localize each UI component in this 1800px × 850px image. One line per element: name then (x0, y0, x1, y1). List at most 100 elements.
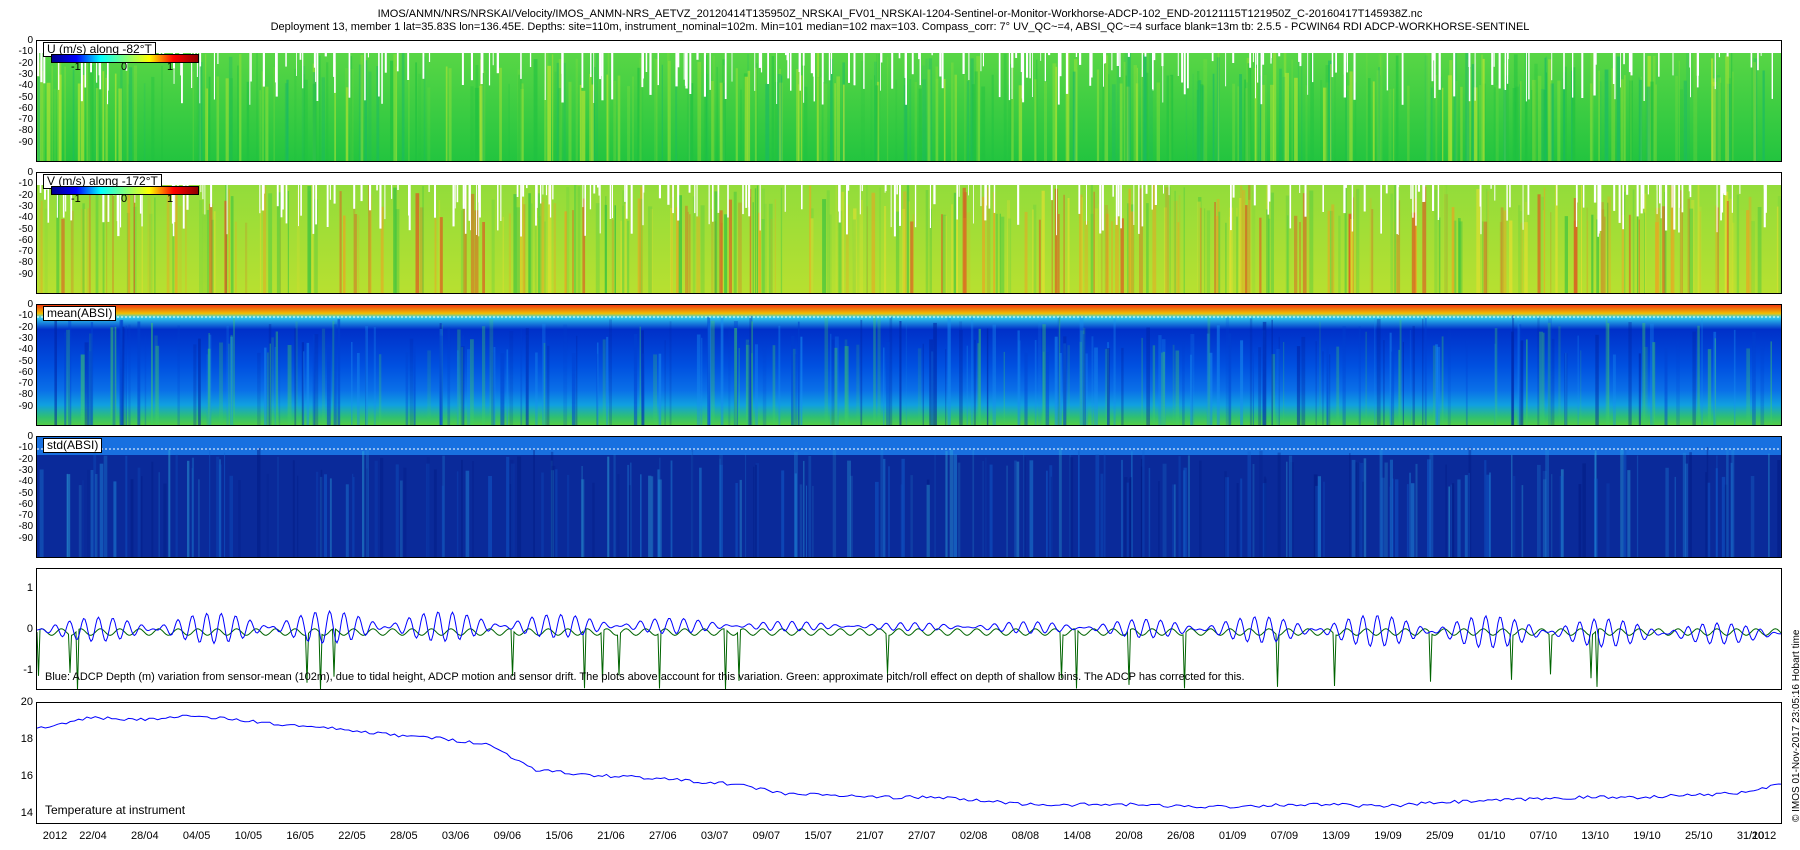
x-tick-label: 10/05 (234, 830, 263, 842)
depth-tick: -60 (18, 234, 33, 246)
x-tick-label: 21/07 (856, 830, 884, 842)
y-tick-label: 18 (20, 732, 33, 745)
depth-tick: 0 (27, 299, 33, 310)
depth-tick: -60 (18, 102, 33, 114)
depth-tick: -20 (18, 57, 33, 69)
depth-tick: -40 (18, 212, 33, 224)
v-heatmap (37, 173, 1781, 293)
x-tick-label: 25/09 (1426, 830, 1454, 842)
temperature-label: Temperature at instrument (45, 803, 186, 817)
depth-var-y-axis: 1 0 -1 (0, 568, 33, 690)
mean-depth-axis: 0 -10 -20 -30 -40 -50 -60 -70 -80 -90 (0, 300, 33, 428)
std-depth-axis: 0 -10 -20 -30 -40 -50 -60 -70 -80 -90 (0, 432, 33, 560)
depth-tick: -20 (18, 321, 33, 333)
x-tick-label: 14/08 (1063, 830, 1091, 842)
x-year-left: 2012 (42, 830, 68, 842)
depth-tick: 0 (27, 35, 33, 46)
depth-tick: -30 (18, 464, 33, 476)
depth-tick: -50 (18, 487, 33, 499)
x-tick-label: 28/04 (131, 830, 159, 842)
u-cbar-tick: -1 (71, 61, 81, 73)
u-cbar-tick: 1 (167, 61, 174, 73)
x-tick-label: 16/05 (286, 830, 314, 842)
depth-tick: -90 (18, 400, 33, 412)
depth-tick: -10 (18, 310, 33, 322)
depth-tick: 0 (27, 431, 33, 442)
x-tick-label: 26/08 (1167, 830, 1195, 842)
x-tick-label: 02/08 (959, 830, 988, 842)
x-tick-label: 22/05 (338, 830, 366, 842)
v-velocity-panel: V (m/s) along -172°T -1 0 1 (36, 172, 1782, 294)
mean-panel-label: mean(ABSI) (43, 306, 117, 321)
depth-tick: -80 (18, 521, 33, 533)
u-velocity-panel: U (m/s) along -82°T -1 0 1 (36, 40, 1782, 162)
depth-tick: -20 (18, 189, 33, 201)
depth-tick: -10 (18, 178, 33, 190)
v-cbar-tick: 1 (167, 193, 174, 205)
x-tick-label: 15/07 (804, 830, 832, 842)
x-tick-label: 04/05 (182, 830, 211, 842)
std-panel-label: std(ABSI) (43, 438, 103, 453)
depth-tick: -70 (18, 510, 33, 522)
x-tick-label: 09/07 (752, 830, 781, 842)
y-tick-label: 20 (20, 696, 33, 708)
std-absi-panel: std(ABSI) (36, 436, 1782, 558)
depth-tick: -50 (18, 355, 33, 367)
temperature-panel: Temperature at instrument (36, 702, 1782, 824)
depth-tick: -80 (18, 389, 33, 401)
depth-tick: -40 (18, 344, 33, 356)
temperature-plot (37, 714, 1781, 809)
y-tick-label: -1 (23, 663, 33, 676)
x-tick-label: 27/06 (649, 830, 677, 842)
depth-tick: -50 (18, 91, 33, 103)
file-title: IMOS/ANMN/NRS/NRSKAI/Velocity/IMOS_ANMN-… (377, 8, 1423, 20)
x-tick-label: 27/07 (908, 830, 936, 842)
depth-variation-note: Blue: ADCP Depth (m) variation from sens… (45, 671, 1245, 683)
depth-tick: -60 (18, 366, 33, 378)
x-tick-label: 01/09 (1218, 830, 1247, 842)
mean-absi-heatmap (37, 305, 1781, 425)
depth-tick: -90 (18, 532, 33, 544)
x-tick-label: 25/10 (1685, 830, 1713, 842)
x-tick-label: 21/06 (597, 830, 625, 842)
depth-tick: -10 (18, 46, 33, 58)
depth-tick: -30 (18, 200, 33, 212)
depth-tick: -70 (18, 378, 33, 390)
x-tick-label: 15/06 (545, 830, 573, 842)
v-depth-axis: 0 -10 -20 -30 -40 -50 -60 -70 -80 -90 (0, 168, 33, 296)
u-heatmap (37, 41, 1781, 161)
v-cbar-tick: 0 (121, 193, 128, 205)
depth-tick: -30 (18, 332, 33, 344)
x-tick-label: 09/06 (493, 830, 522, 842)
depth-tick: -30 (18, 68, 33, 80)
x-tick-label: 20/08 (1115, 830, 1143, 842)
depth-tick: -80 (18, 257, 33, 269)
x-tick-label: 07/09 (1270, 830, 1299, 842)
x-tick-label: 03/06 (441, 830, 470, 842)
depth-tick: -90 (18, 136, 33, 148)
x-tick-label: 22/04 (79, 830, 107, 842)
depth-tick: -70 (18, 114, 33, 126)
u-depth-axis: 0 -10 -20 -30 -40 -50 -60 -70 -80 -90 (0, 36, 33, 164)
y-tick-label: 0 (26, 623, 33, 635)
y-tick-label: 16 (20, 769, 33, 782)
depth-tick: 0 (27, 167, 33, 178)
depth-tick: -20 (18, 453, 33, 465)
y-tick-label: 14 (20, 806, 33, 819)
depth-tick: -10 (18, 442, 33, 454)
depth-tick: -60 (18, 498, 33, 510)
x-tick-label: 28/05 (390, 830, 418, 842)
depth-variation-panel: Blue: ADCP Depth (m) variation from sens… (36, 568, 1782, 690)
x-tick-label: 19/10 (1633, 830, 1661, 842)
x-tick-label: 01/10 (1477, 830, 1506, 842)
x-tick-label: 03/07 (700, 830, 729, 842)
u-cbar-tick: 0 (121, 61, 128, 73)
x-year-right: 2012 (1751, 830, 1777, 842)
imos-credit: © IMOS 01-Nov-2017 23:05:16 Hobart time (1791, 629, 1800, 822)
x-tick-label: 19/09 (1374, 830, 1402, 842)
temperature-line (37, 714, 1781, 809)
x-tick-label: 13/10 (1581, 830, 1609, 842)
std-absi-heatmap (37, 437, 1781, 557)
x-tick-label: 07/10 (1529, 830, 1558, 842)
v-cbar-tick: -1 (71, 193, 81, 205)
